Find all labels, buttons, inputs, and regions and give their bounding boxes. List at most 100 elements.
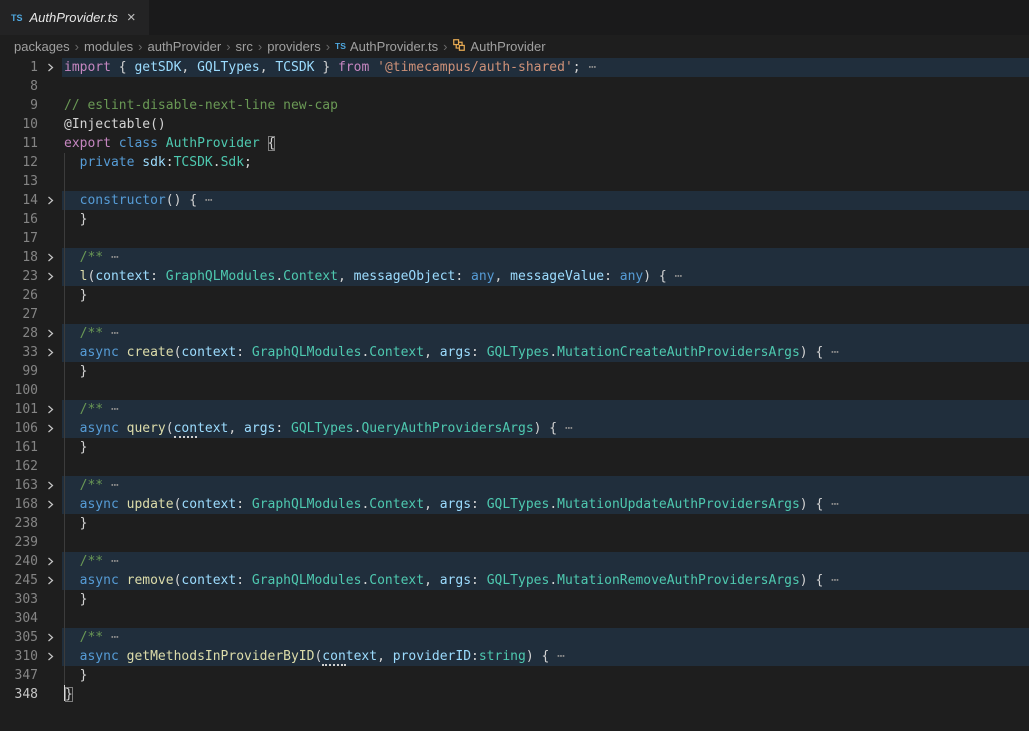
code-text[interactable]: // eslint-disable-next-line new-cap <box>62 96 1029 115</box>
code-text[interactable] <box>62 609 1029 628</box>
code-text[interactable]: /** ⋯ <box>62 248 1029 267</box>
code-token <box>64 554 80 569</box>
code-text[interactable] <box>62 381 1029 400</box>
code-line[interactable]: 168 async update(context: GraphQLModules… <box>0 495 1029 514</box>
code-line[interactable]: 239 <box>0 533 1029 552</box>
fold-chevron-icon[interactable] <box>38 495 62 514</box>
code-text[interactable]: constructor() { ⋯ <box>62 191 1029 210</box>
code-line[interactable]: 106 async query(context, args: GQLTypes.… <box>0 419 1029 438</box>
code-text[interactable]: /** ⋯ <box>62 324 1029 343</box>
code-text[interactable]: import { getSDK, GQLTypes, TCSDK } from … <box>62 58 1029 77</box>
breadcrumb-item-providers[interactable]: providers <box>267 39 320 54</box>
code-line[interactable]: 9// eslint-disable-next-line new-cap <box>0 96 1029 115</box>
code-line[interactable]: 17 <box>0 229 1029 248</box>
gutter-spacer <box>38 134 62 153</box>
fold-chevron-icon[interactable] <box>38 191 62 210</box>
code-line[interactable]: 10@Injectable() <box>0 115 1029 134</box>
code-text[interactable]: } <box>62 286 1029 305</box>
code-text[interactable]: @Injectable() <box>62 115 1029 134</box>
fold-chevron-icon[interactable] <box>38 552 62 571</box>
code-text[interactable] <box>62 77 1029 96</box>
code-line[interactable]: 310 async getMethodsInProviderByID(conte… <box>0 647 1029 666</box>
code-line[interactable]: 99 } <box>0 362 1029 381</box>
code-line[interactable]: 11export class AuthProvider { <box>0 134 1029 153</box>
fold-chevron-icon[interactable] <box>38 628 62 647</box>
code-line[interactable]: 16 } <box>0 210 1029 229</box>
code-line[interactable]: 303 } <box>0 590 1029 609</box>
code-line[interactable]: 27 <box>0 305 1029 324</box>
fold-chevron-icon[interactable] <box>38 476 62 495</box>
code-text[interactable]: } <box>62 666 1029 685</box>
breadcrumb-item-packages[interactable]: packages <box>14 39 70 54</box>
code-line[interactable]: 163 /** ⋯ <box>0 476 1029 495</box>
code-text[interactable]: async remove(context: GraphQLModules.Con… <box>62 571 1029 590</box>
close-icon[interactable]: × <box>125 9 138 26</box>
code-text[interactable] <box>62 172 1029 191</box>
breadcrumb-item-authprovider[interactable]: authProvider <box>147 39 221 54</box>
code-text[interactable]: } <box>62 590 1029 609</box>
code-line[interactable]: 26 } <box>0 286 1029 305</box>
breadcrumb-item-symbol[interactable]: AuthProvider <box>452 37 545 55</box>
fold-chevron-icon[interactable] <box>38 343 62 362</box>
code-token: /** <box>80 402 111 417</box>
code-line[interactable]: 238 } <box>0 514 1029 533</box>
fold-chevron-icon[interactable] <box>38 248 62 267</box>
fold-chevron-icon[interactable] <box>38 571 62 590</box>
code-line[interactable]: 12 private sdk:TCSDK.Sdk; <box>0 153 1029 172</box>
code-line[interactable]: 18 /** ⋯ <box>0 248 1029 267</box>
code-token: ) { <box>800 497 831 512</box>
code-text[interactable]: } <box>62 514 1029 533</box>
code-text[interactable]: async create(context: GraphQLModules.Con… <box>62 343 1029 362</box>
code-token: ; <box>573 60 589 75</box>
code-text[interactable]: async getMethodsInProviderByID(context, … <box>62 647 1029 666</box>
code-text[interactable]: async update(context: GraphQLModules.Con… <box>62 495 1029 514</box>
breadcrumb-item-modules[interactable]: modules <box>84 39 133 54</box>
tab-authprovider[interactable]: TS AuthProvider.ts × <box>0 0 149 35</box>
code-text[interactable]: async query(context, args: GQLTypes.Quer… <box>62 419 1029 438</box>
code-text[interactable]: } <box>62 210 1029 229</box>
code-line[interactable]: 348} <box>0 685 1029 704</box>
code-line[interactable]: 162 <box>0 457 1029 476</box>
code-editor[interactable]: 1import { getSDK, GQLTypes, TCSDK } from… <box>0 57 1029 731</box>
code-text[interactable] <box>62 533 1029 552</box>
code-text[interactable]: /** ⋯ <box>62 476 1029 495</box>
fold-chevron-icon[interactable] <box>38 267 62 286</box>
code-text[interactable]: /** ⋯ <box>62 400 1029 419</box>
code-text[interactable]: /** ⋯ <box>62 552 1029 571</box>
code-text[interactable]: } <box>62 362 1029 381</box>
code-line[interactable]: 240 /** ⋯ <box>0 552 1029 571</box>
fold-chevron-icon[interactable] <box>38 647 62 666</box>
code-line[interactable]: 23 l(context: GraphQLModules.Context, me… <box>0 267 1029 286</box>
fold-chevron-icon[interactable] <box>38 58 62 77</box>
code-line[interactable]: 245 async remove(context: GraphQLModules… <box>0 571 1029 590</box>
fold-chevron-icon[interactable] <box>38 324 62 343</box>
code-text[interactable]: /** ⋯ <box>62 628 1029 647</box>
breadcrumb-item-src[interactable]: src <box>236 39 253 54</box>
code-text[interactable] <box>62 305 1029 324</box>
code-text[interactable] <box>62 229 1029 248</box>
code-line[interactable]: 33 async create(context: GraphQLModules.… <box>0 343 1029 362</box>
breadcrumb-item-file[interactable]: TS AuthProvider.ts <box>335 39 438 54</box>
code-line[interactable]: 13 <box>0 172 1029 191</box>
code-text[interactable]: export class AuthProvider { <box>62 134 1029 153</box>
code-text[interactable]: private sdk:TCSDK.Sdk; <box>62 153 1029 172</box>
code-line[interactable]: 8 <box>0 77 1029 96</box>
code-line[interactable]: 101 /** ⋯ <box>0 400 1029 419</box>
code-line[interactable]: 14 constructor() { ⋯ <box>0 191 1029 210</box>
code-line[interactable]: 100 <box>0 381 1029 400</box>
fold-chevron-icon[interactable] <box>38 400 62 419</box>
code-line[interactable]: 1import { getSDK, GQLTypes, TCSDK } from… <box>0 58 1029 77</box>
fold-chevron-icon[interactable] <box>38 419 62 438</box>
code-line[interactable]: 28 /** ⋯ <box>0 324 1029 343</box>
code-token: /** <box>80 630 111 645</box>
code-text[interactable] <box>62 457 1029 476</box>
code-text[interactable]: l(context: GraphQLModules.Context, messa… <box>62 267 1029 286</box>
code-text[interactable]: } <box>62 685 1029 704</box>
code-line[interactable]: 304 <box>0 609 1029 628</box>
code-token: : <box>604 269 620 284</box>
code-text[interactable]: } <box>62 438 1029 457</box>
code-line[interactable]: 305 /** ⋯ <box>0 628 1029 647</box>
code-line[interactable]: 161 } <box>0 438 1029 457</box>
code-line[interactable]: 347 } <box>0 666 1029 685</box>
code-token: ) { <box>643 269 674 284</box>
